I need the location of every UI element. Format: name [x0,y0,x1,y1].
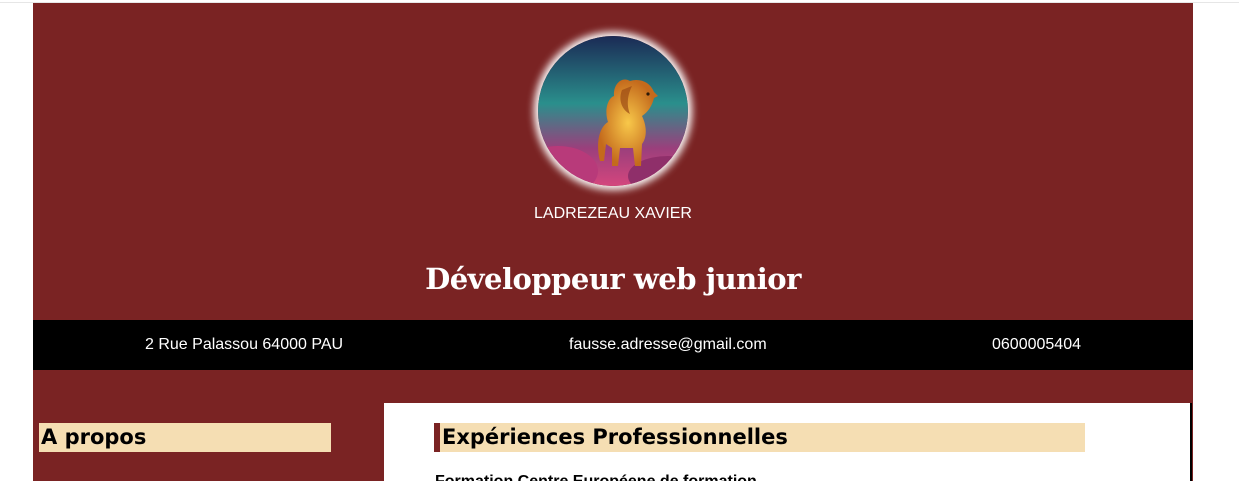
contact-bar: 2 Rue Palassou 64000 PAU fausse.adresse@… [33,320,1193,370]
job-title: Développeur web junior [425,262,801,296]
contact-email: fausse.adresse@gmail.com [569,336,767,353]
cv-page: LADREZEAU XAVIER Développeur web junior … [33,3,1193,481]
about-heading: A propos [39,423,331,452]
contact-address: 2 Rue Palassou 64000 PAU [145,336,344,353]
experience-entry-title: Formation Centre Européene de formation [435,473,757,481]
main-content-panel: Expériences Professionnelles Formation C… [384,403,1192,481]
experience-heading: Expériences Professionnelles [434,423,1085,452]
avatar [538,36,688,186]
lion-portrait-icon [538,36,688,186]
contact-phone: 0600005404 [992,336,1081,353]
person-name: LADREZEAU XAVIER [534,205,692,222]
